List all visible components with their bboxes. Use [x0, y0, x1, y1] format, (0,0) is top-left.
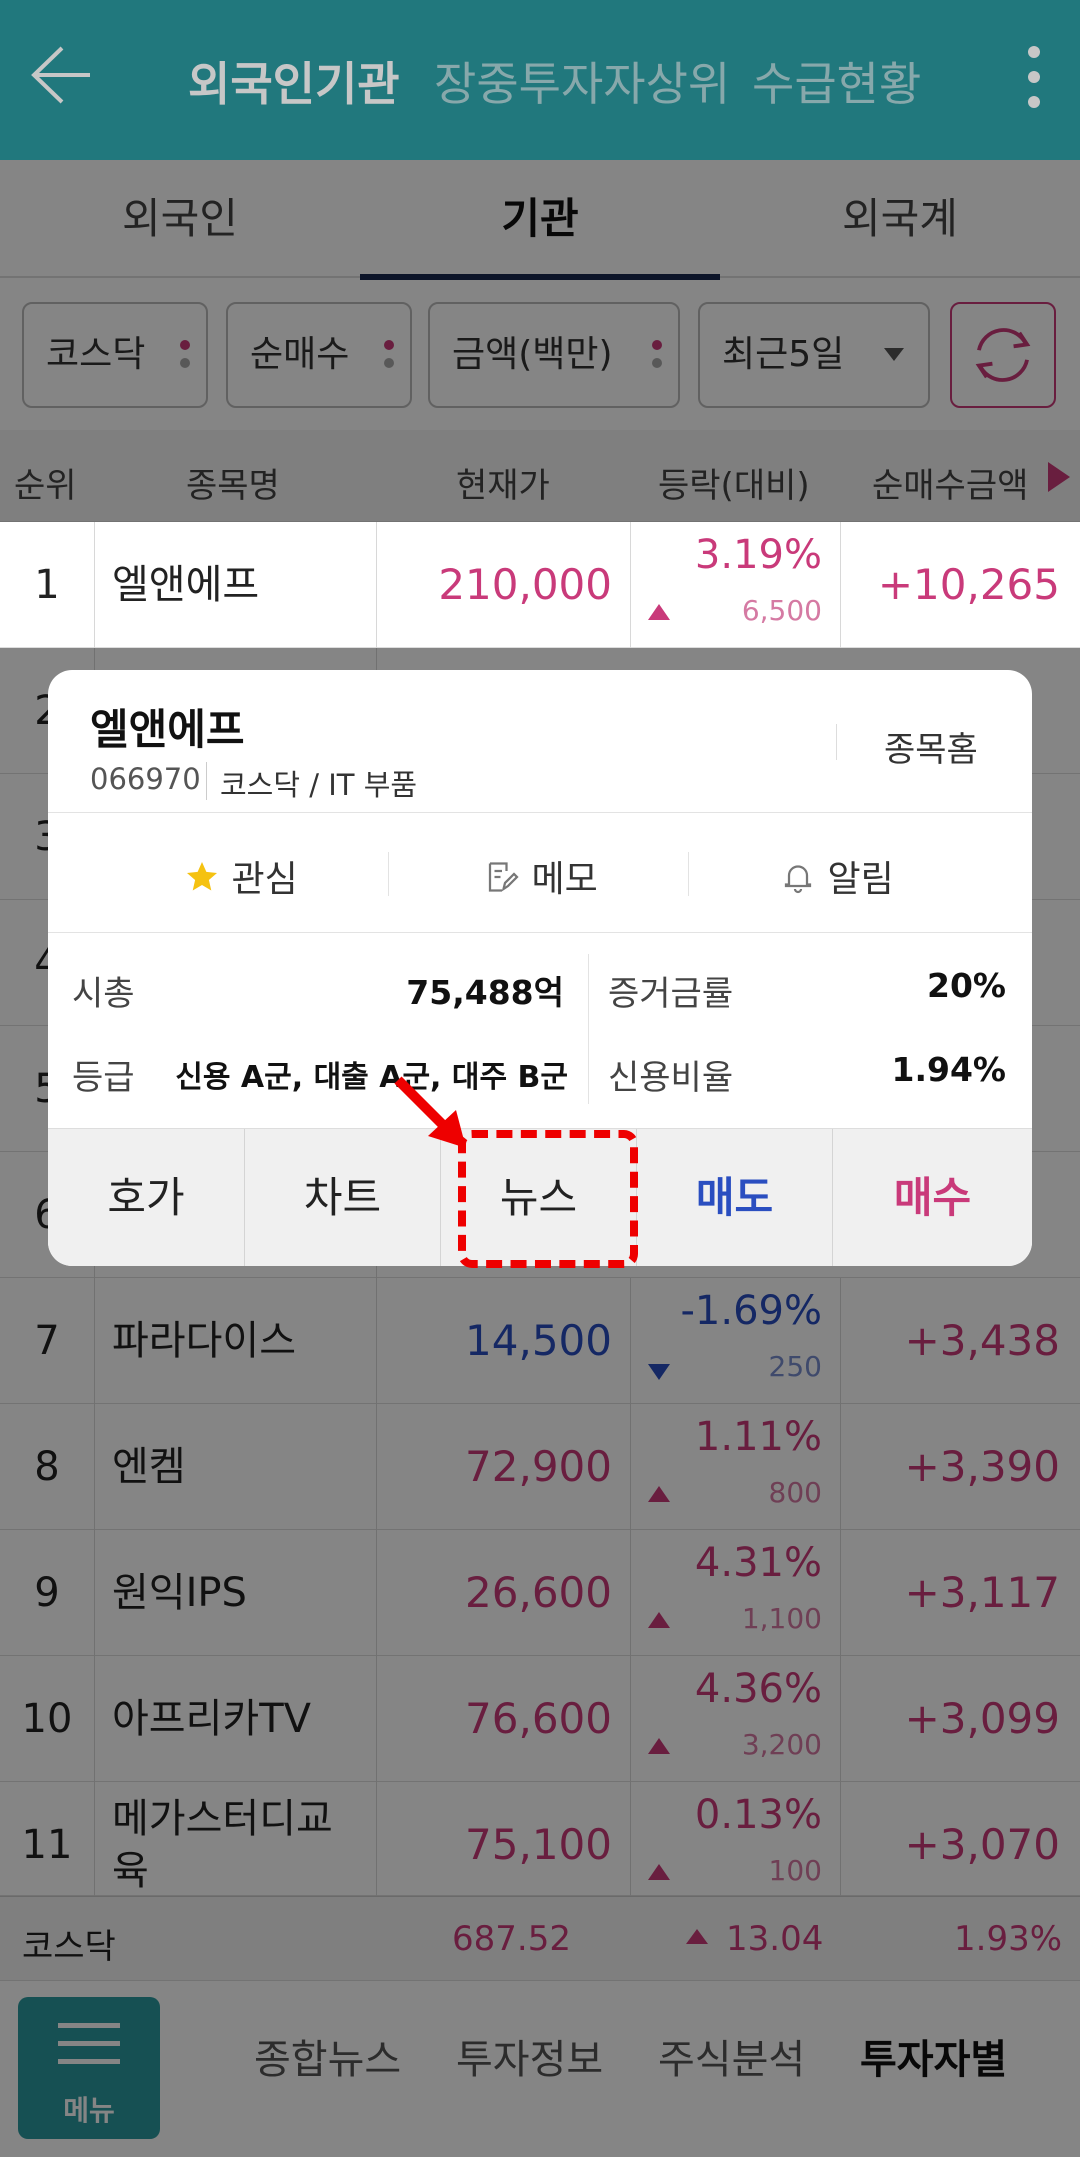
favorite-button[interactable]: 관심: [184, 850, 298, 902]
grade-label: 등급: [72, 1058, 135, 1098]
row-diff: 6,500: [741, 594, 822, 627]
memo-button[interactable]: 메모: [484, 850, 598, 902]
stock-home-link[interactable]: 종목홈: [884, 722, 978, 771]
row-price: 210,000: [438, 560, 612, 609]
margin-rate-label: 증거금률: [608, 974, 734, 1014]
memo-edit-icon: [488, 862, 519, 892]
header-dim-overlay: [0, 0, 1080, 160]
star-icon: [187, 862, 217, 891]
memo-label: 메모: [531, 859, 598, 900]
table-row[interactable]: 1 엘앤에프 210,000 3.19% 6,500 +10,265: [0, 522, 1080, 648]
sell-button[interactable]: 매도: [636, 1129, 832, 1266]
pointer-arrow-icon: [394, 1076, 466, 1148]
grade-value: 신용 A군, 대출 A군, 대주 B군: [175, 1060, 568, 1095]
alert-button[interactable]: 알림: [780, 850, 894, 902]
row-net-buy: +10,265: [877, 560, 1060, 609]
row-change: 3.19%: [694, 532, 822, 578]
popup-stock-name: 엘앤에프: [90, 705, 245, 754]
selected-row[interactable]: 1 엘앤에프 210,000 3.19% 6,500 +10,265: [0, 522, 1080, 648]
bell-icon: [784, 865, 812, 894]
margin-rate-value: 20%: [927, 966, 1006, 1005]
quote-button[interactable]: 호가: [48, 1129, 244, 1266]
market-cap-value: 75,488억: [406, 973, 564, 1012]
popup-market-sector: 코스닥 / IT 부품: [220, 768, 418, 802]
highlight-box: [458, 1130, 638, 1268]
alert-label: 알림: [827, 859, 894, 900]
market-cap-label: 시총: [72, 974, 135, 1014]
credit-ratio-label: 신용비율: [608, 1058, 734, 1098]
favorite-label: 관심: [231, 859, 298, 900]
row-name: 엘앤에프: [112, 562, 260, 608]
popup-stock-code: 066970: [90, 762, 201, 796]
credit-ratio-value: 1.94%: [891, 1050, 1007, 1089]
row-rank: 1: [34, 562, 60, 608]
buy-button[interactable]: 매수: [832, 1129, 1032, 1266]
